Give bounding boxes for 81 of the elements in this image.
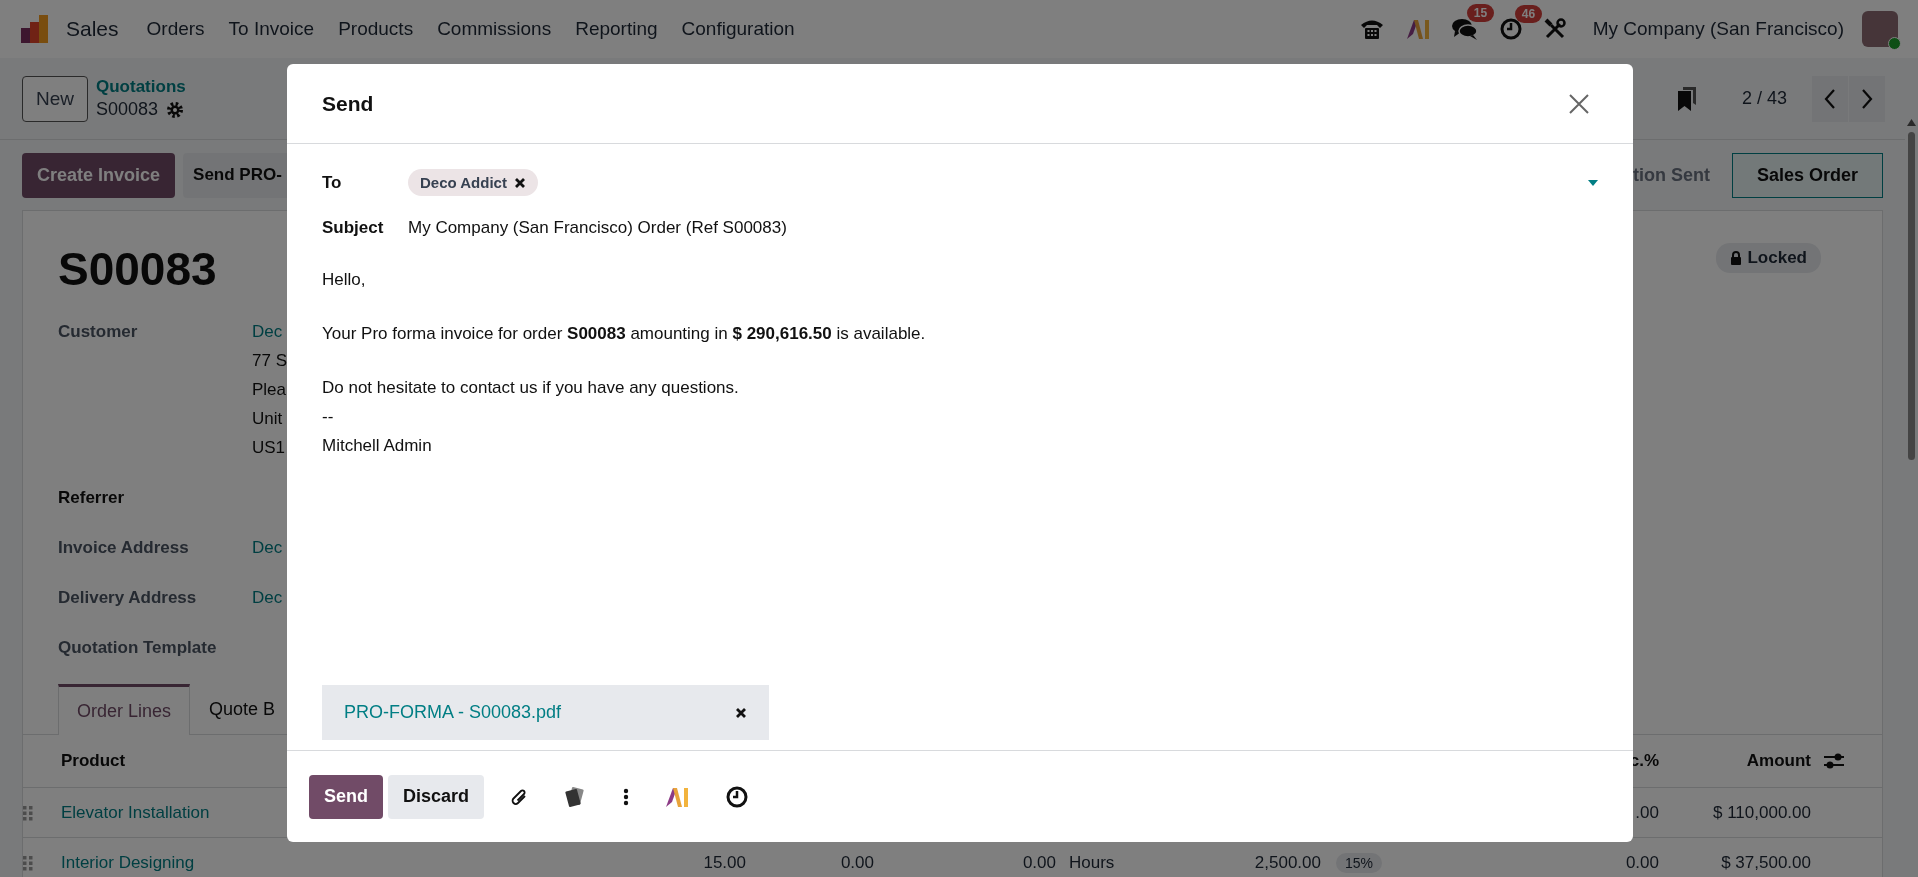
drag-handle-icon[interactable] — [23, 804, 33, 821]
clock-icon[interactable] — [1498, 17, 1523, 41]
subject-field[interactable]: My Company (San Francisco) Order (Ref S00083) — [408, 217, 1598, 238]
status-stage[interactable]: Sales Order — [1731, 152, 1883, 198]
message-text: Mitchell Admin — [322, 435, 433, 457]
count-badge: 15 — [1466, 4, 1495, 22]
drag-handle-icon[interactable] — [23, 854, 33, 871]
record-name: S00083 — [96, 99, 159, 120]
chat-icon[interactable] — [1450, 16, 1479, 42]
tab[interactable]: Order Lines — [58, 684, 191, 735]
menu-item[interactable]: Reporting — [575, 18, 658, 40]
remove-icon[interactable] — [513, 176, 526, 189]
message-text: Your Pro forma invoice for order S00083 amounting in $ 290,616.50 is available. — [322, 323, 927, 345]
recipient-tag[interactable]: Deco Addict — [408, 169, 538, 196]
message-text: Hello, — [322, 269, 367, 291]
dialog-title: Send — [322, 91, 374, 116]
table-cell-text: $ 37,500.00 — [1720, 852, 1811, 873]
discard-button[interactable]: Discard — [388, 774, 485, 819]
field-value: US1 — [252, 437, 286, 459]
field-label: Referrer — [58, 487, 126, 509]
record-title: S00083 — [58, 242, 217, 297]
menu-item[interactable]: Commissions — [437, 18, 552, 40]
tools-icon[interactable] — [1542, 17, 1567, 41]
message-body[interactable]: Hello, Your Pro forma invoice for order S00083 amounting in $ 290,616.50 is available. Do not hesitate to contact us if you have any questions. -- Mitchell Admin — [322, 265, 1598, 685]
ai-logo-icon[interactable] — [1404, 17, 1431, 41]
company-switcher[interactable]: My Company (San Francisco) — [1592, 18, 1844, 40]
next-button[interactable] — [1849, 75, 1885, 122]
field-link[interactable]: Dec — [252, 583, 283, 612]
table-cell-text: $ 110,000.00 — [1712, 802, 1811, 823]
app-logo-icon[interactable] — [20, 14, 50, 44]
kebab-menu-icon[interactable] — [623, 787, 630, 806]
recipient-name: Deco Addict — [420, 174, 507, 191]
field-label: Invoice Address — [58, 537, 190, 559]
field-label: Delivery Address — [58, 587, 198, 609]
send-button[interactable]: Send — [309, 774, 383, 819]
previous-button[interactable] — [1812, 75, 1848, 122]
status-dot — [1888, 37, 1901, 50]
product-link[interactable]: Interior Designing — [61, 852, 641, 873]
menu-item[interactable]: Orders — [146, 18, 205, 40]
field-label: Customer — [58, 321, 139, 343]
field-value: Plea — [252, 379, 287, 401]
bookmark-icon[interactable] — [1675, 85, 1698, 112]
field-label: Subject — [322, 217, 385, 238]
create-invoice-button[interactable]: Create Invoice — [22, 152, 176, 198]
settings-sliders-icon[interactable] — [1823, 751, 1845, 771]
dropdown-caret-icon[interactable] — [1588, 179, 1598, 186]
field-value: 77 S — [252, 350, 287, 372]
table-cell-text: 0.00 — [839, 852, 874, 873]
chevron-right-icon — [1860, 87, 1874, 110]
locked-label: Locked — [1747, 248, 1807, 268]
table-cell-text: 15.00 — [702, 852, 746, 873]
table-cell-text: 2,500.00 — [1253, 852, 1321, 873]
new-button[interactable]: New — [22, 75, 88, 122]
table-cell-text: 0.00 — [1021, 852, 1056, 873]
count-badge: 46 — [1514, 5, 1543, 23]
tax-tag: 15% — [1336, 852, 1383, 873]
table-cell-text: Hours — [1068, 852, 1116, 873]
chevron-left-icon — [1823, 87, 1837, 110]
breadcrumb-link[interactable]: Quotations — [96, 77, 186, 97]
field-label: To — [322, 172, 343, 193]
message-text: -- — [322, 406, 335, 428]
field-link[interactable]: Dec — [252, 533, 283, 562]
menu-item[interactable]: Configuration — [681, 18, 795, 40]
field-label: Quotation Template — [58, 637, 218, 659]
close-icon[interactable] — [1568, 92, 1590, 115]
message-text: Do not hesitate to contact us if you have any questions. — [322, 377, 740, 399]
remove-attachment-icon[interactable] — [735, 706, 747, 719]
field-link[interactable]: Dec — [252, 317, 283, 346]
table-cell-text: .00 — [1634, 802, 1659, 823]
status-stage[interactable]: tion Sent — [1632, 152, 1724, 198]
gear-icon[interactable] — [166, 100, 185, 119]
schedule-icon[interactable] — [725, 784, 750, 809]
menu-item[interactable]: Products — [338, 18, 414, 40]
field-value: Unit — [252, 408, 283, 430]
lock-icon — [1730, 251, 1743, 265]
attachment-link[interactable]: PRO-FORMA - S00083.pdf — [344, 702, 562, 723]
menu-item[interactable]: To Invoice — [228, 18, 315, 40]
pager-value[interactable]: 2 / 43 — [1741, 88, 1787, 109]
table-cell-text: 0.00 — [1624, 852, 1659, 873]
app-name[interactable]: Sales — [66, 17, 119, 41]
column-header[interactable]: Amount — [1659, 751, 1811, 771]
